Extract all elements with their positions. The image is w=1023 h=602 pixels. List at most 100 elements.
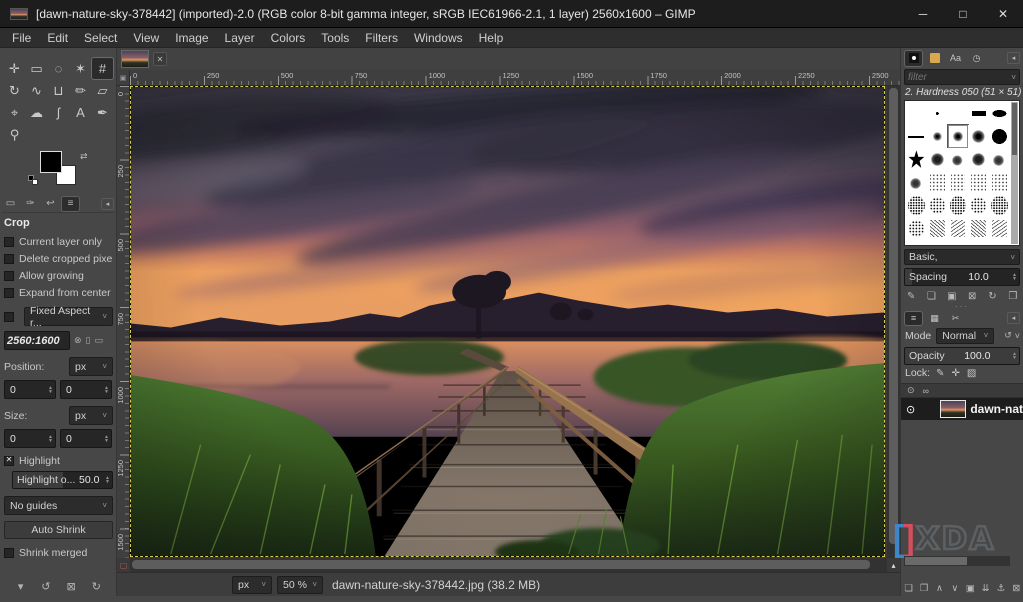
menu-item[interactable]: Colors xyxy=(263,28,314,48)
tool-option-checkbox[interactable]: Allow growing xyxy=(4,267,113,284)
open-brush-as-image-button[interactable]: ❐ xyxy=(1005,291,1021,302)
clone-tool[interactable]: ⌖ xyxy=(4,102,25,123)
minimize-button[interactable]: ─ xyxy=(903,0,943,27)
menu-item[interactable]: File xyxy=(4,28,39,48)
merge-down-button[interactable]: ⇊ xyxy=(979,583,992,594)
brush-thumbnail[interactable] xyxy=(948,125,969,148)
brush-thumbnail[interactable] xyxy=(927,125,948,148)
tab-menu-button[interactable]: ◂ xyxy=(1007,52,1020,64)
auto-shrink-button[interactable]: Auto Shrink xyxy=(4,521,113,539)
layers-horizontal-scrollbar[interactable] xyxy=(904,556,1010,566)
brushes-tab[interactable] xyxy=(905,51,922,66)
guides-dropdown[interactable]: No guides ˅ xyxy=(4,496,113,515)
brush-thumbnail[interactable] xyxy=(927,194,948,217)
paintbrush-tool[interactable]: ✏ xyxy=(70,80,91,101)
brush-tag-entry[interactable]: Basic, ˅ xyxy=(904,249,1020,265)
brush-filter[interactable]: ˅ xyxy=(904,69,1020,85)
menu-item[interactable]: Layer xyxy=(217,28,263,48)
device-status-tab[interactable]: ✑ xyxy=(22,197,39,211)
menu-item[interactable]: Windows xyxy=(406,28,471,48)
free-select-tool[interactable]: ◌ xyxy=(48,58,69,79)
menu-item[interactable]: Image xyxy=(167,28,216,48)
brush-thumbnail[interactable] xyxy=(906,125,927,148)
duplicate-brush-button[interactable]: ▣ xyxy=(944,291,960,302)
fixed-aspect-dropdown[interactable]: Fixed Aspect r... ˅ xyxy=(24,307,113,326)
brush-thumbnail[interactable] xyxy=(989,102,1010,125)
anchor-layer-button[interactable]: ⚓ xyxy=(994,583,1007,594)
brush-thumbnail[interactable] xyxy=(906,217,927,240)
restore-tool-preset-button[interactable]: ↺ xyxy=(37,578,55,594)
horizontal-scrollbar[interactable] xyxy=(130,558,887,572)
brush-thumbnail[interactable] xyxy=(989,171,1010,194)
image-tab-thumbnail[interactable] xyxy=(121,50,149,68)
menu-item[interactable]: Tools xyxy=(313,28,357,48)
spin-arrows-icon[interactable]: ▲▼ xyxy=(1012,273,1019,281)
scrollbar-thumb[interactable] xyxy=(889,88,898,544)
spin-arrows-icon[interactable]: ▲▼ xyxy=(48,435,55,443)
size-unit-dropdown[interactable]: px ˅ xyxy=(69,406,113,425)
layer-visibility-icon[interactable]: ⊙ xyxy=(906,403,918,416)
brush-thumbnail[interactable] xyxy=(906,171,927,194)
refresh-brushes-button[interactable]: ↻ xyxy=(984,291,1000,302)
menu-item[interactable]: Edit xyxy=(39,28,76,48)
checkbox[interactable] xyxy=(4,254,14,264)
checkbox[interactable] xyxy=(4,237,14,247)
highlight-opacity-slider[interactable]: Highlight o... 50.0 ▲▼ xyxy=(12,471,113,489)
highlight-option[interactable]: Highlight xyxy=(4,452,113,469)
tool-option-checkbox[interactable]: Current layer only xyxy=(4,233,113,250)
zoom-tool[interactable]: ⚲ xyxy=(4,124,25,145)
new-brush-button[interactable]: ❏ xyxy=(923,291,939,302)
spin-arrows-icon[interactable]: ▲▼ xyxy=(1012,352,1019,360)
channels-tab[interactable]: ▦ xyxy=(926,312,943,325)
brush-thumbnail[interactable] xyxy=(948,102,969,125)
brush-thumbnail[interactable] xyxy=(989,148,1010,171)
document-history-tab[interactable]: ◷ xyxy=(968,51,985,66)
brush-thumbnail[interactable] xyxy=(927,171,948,194)
aspect-ratio-input[interactable] xyxy=(4,331,70,350)
layer-list-empty-area[interactable] xyxy=(901,420,1023,532)
new-group-button[interactable]: ❐ xyxy=(918,583,931,594)
clear-entry-icon[interactable]: ⊗ xyxy=(74,335,82,346)
position-unit-dropdown[interactable]: px ˅ xyxy=(69,357,113,376)
fixed-aspect-checkbox[interactable] xyxy=(4,312,14,322)
canvas-viewport[interactable] xyxy=(130,86,887,558)
paths-tab[interactable]: ✂ xyxy=(947,312,964,325)
duplicate-layer-button[interactable]: ▣ xyxy=(964,583,977,594)
layers-tab[interactable]: ≡ xyxy=(905,312,922,325)
scrollbar-thumb[interactable] xyxy=(132,560,870,569)
tool-option-checkbox[interactable]: Delete cropped pixels xyxy=(4,250,113,267)
menu-item[interactable]: Help xyxy=(471,28,512,48)
reset-tool-options-button[interactable]: ↻ xyxy=(87,578,105,594)
images-tab[interactable]: ≡ xyxy=(62,197,79,211)
brush-thumbnail[interactable] xyxy=(927,148,948,171)
scrollbar-thumb[interactable] xyxy=(1012,103,1017,155)
spin-arrows-icon[interactable]: ▲▼ xyxy=(104,435,111,443)
vertical-scrollbar[interactable] xyxy=(887,86,900,558)
checkbox[interactable] xyxy=(4,288,14,298)
brush-thumbnail[interactable] xyxy=(989,194,1010,217)
close-button[interactable]: ✕ xyxy=(983,0,1023,27)
position-x-spinner[interactable]: 0 ▲▼ xyxy=(4,380,56,399)
menu-item[interactable]: Select xyxy=(76,28,125,48)
save-tool-preset-button[interactable]: ▾ xyxy=(12,578,30,594)
layer-row[interactable]: ⊙ dawn-nat xyxy=(901,398,1023,420)
size-width-spinner[interactable]: 0 ▲▼ xyxy=(4,429,56,448)
warp-tool[interactable]: ∿ xyxy=(26,80,47,101)
tab-menu-button[interactable]: ◂ xyxy=(1007,312,1020,324)
ruler-corner-button[interactable]: ▣ xyxy=(117,70,130,85)
lock-pixels-icon[interactable]: ✎ xyxy=(936,368,944,379)
close-image-icon[interactable]: ✕ xyxy=(153,52,167,66)
brush-thumbnail[interactable] xyxy=(927,102,948,125)
patterns-tab[interactable] xyxy=(926,51,943,66)
undo-history-tab[interactable]: ↩ xyxy=(42,197,59,211)
scrollbar-thumb[interactable] xyxy=(905,557,967,565)
position-y-spinner[interactable]: 0 ▲▼ xyxy=(60,380,112,399)
filter-input[interactable] xyxy=(908,72,1011,83)
brush-thumbnail[interactable] xyxy=(948,171,969,194)
delete-brush-button[interactable]: ⊠ xyxy=(964,291,980,302)
spin-arrows-icon[interactable]: ▲▼ xyxy=(104,386,111,394)
opacity-slider[interactable]: Opacity 100.0 ▲▼ xyxy=(904,347,1020,365)
delete-tool-preset-button[interactable]: ⊠ xyxy=(62,578,80,594)
spacing-slider[interactable]: Spacing 10.0 ▲▼ xyxy=(904,268,1020,286)
maximize-button[interactable]: □ xyxy=(943,0,983,27)
